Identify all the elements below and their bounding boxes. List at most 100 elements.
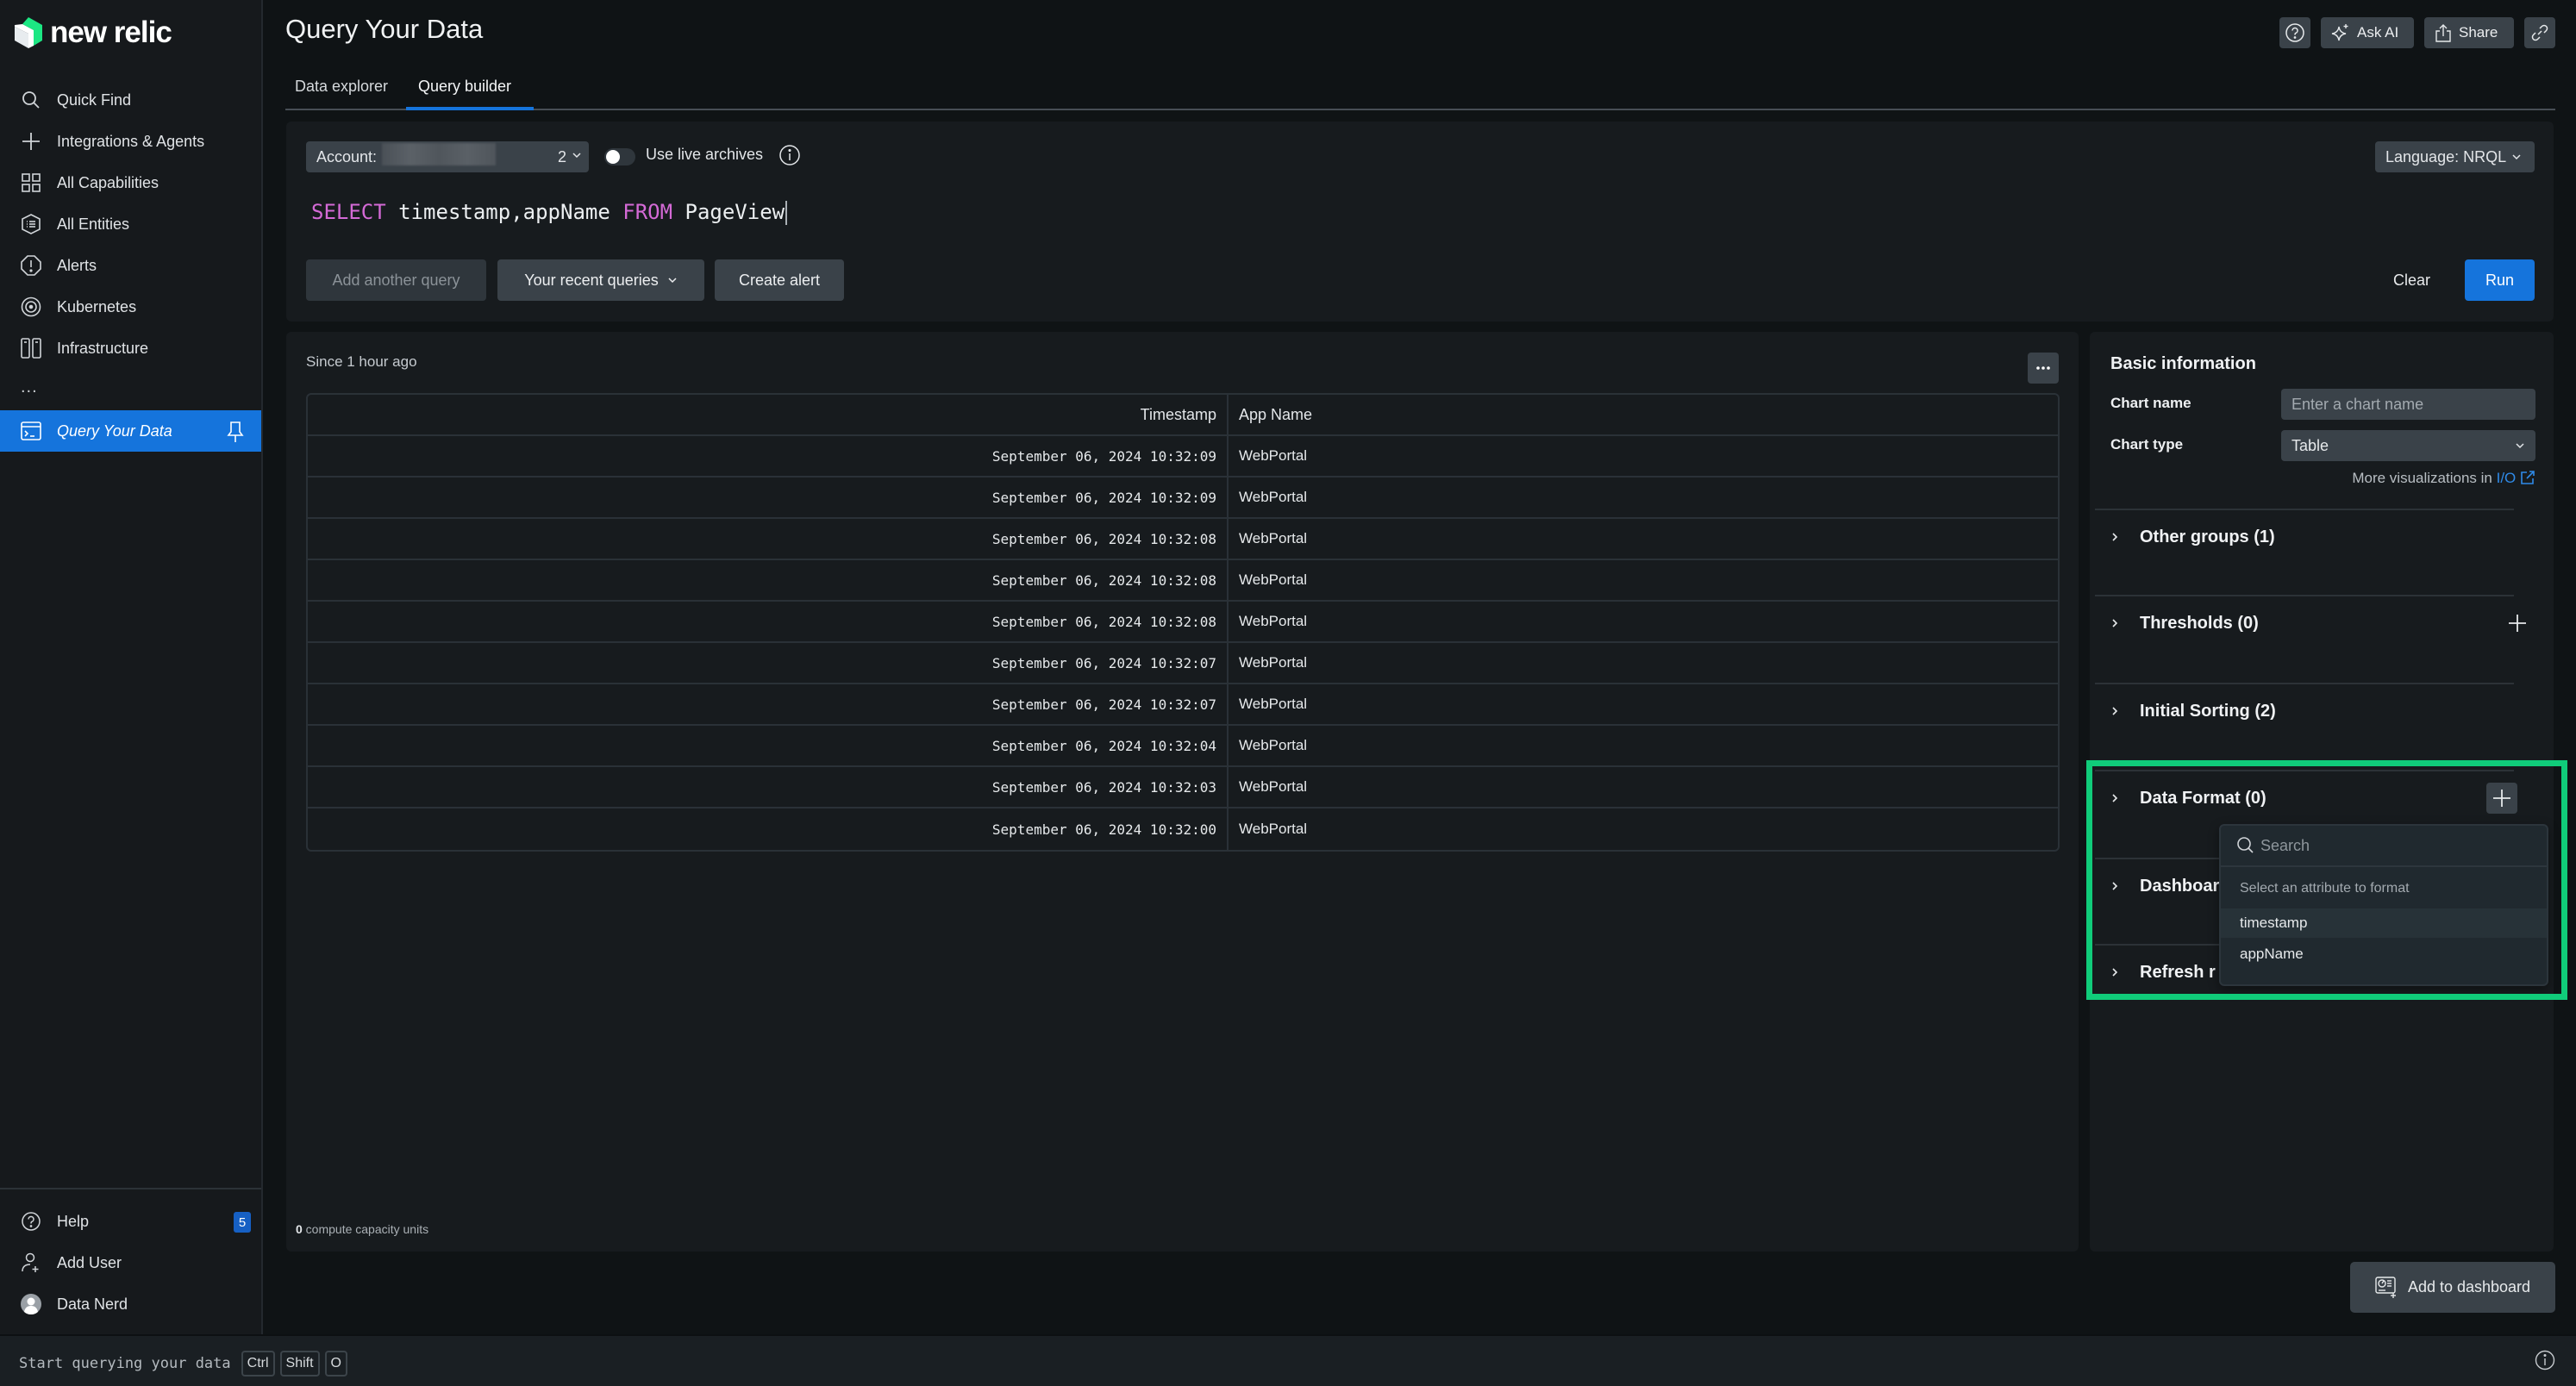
- cell-timestamp: September 06, 2024 10:32:07: [308, 684, 1229, 724]
- dashboard-add-icon: [2375, 1276, 2398, 1299]
- account-selector[interactable]: Account: 2: [306, 141, 589, 172]
- chart-type-select[interactable]: Table: [2281, 430, 2535, 461]
- nrql-editor[interactable]: SELECT timestamp,appName FROM PageView: [311, 200, 788, 225]
- chart-name-input[interactable]: [2281, 389, 2535, 420]
- live-archives-toggle[interactable]: [604, 148, 635, 165]
- more-viz-text: More visualizations in: [2352, 470, 2497, 486]
- add-threshold-button[interactable]: [2502, 608, 2533, 639]
- pin-icon[interactable]: [227, 421, 244, 443]
- table-row[interactable]: September 06, 2024 10:32:04 WebPortal: [308, 726, 2058, 767]
- table-row[interactable]: September 06, 2024 10:32:03 WebPortal: [308, 767, 2058, 808]
- clear-button[interactable]: Clear: [2386, 259, 2437, 301]
- sidebar-item-quick-find[interactable]: Quick Find: [0, 79, 261, 121]
- sidebar: new relic Quick Find Integrations & Agen…: [0, 0, 263, 1334]
- table-header-row: Timestamp App Name: [308, 395, 2058, 436]
- sidebar-item-label: Query Your Data: [57, 421, 172, 440]
- tab-data-explorer[interactable]: Data explorer: [295, 78, 388, 109]
- sidebar-item-user-profile[interactable]: Data Nerd: [0, 1283, 261, 1325]
- cell-timestamp: September 06, 2024 10:32:07: [308, 643, 1229, 683]
- info-icon[interactable]: [778, 144, 801, 166]
- share-button[interactable]: Share: [2424, 17, 2514, 48]
- table-row[interactable]: September 06, 2024 10:32:09 WebPortal: [308, 478, 2058, 519]
- recent-queries-button[interactable]: Your recent queries: [497, 259, 704, 301]
- sidebar-item-alerts[interactable]: Alerts: [0, 245, 261, 286]
- tab-query-builder[interactable]: Query builder: [418, 78, 511, 109]
- cell-timestamp: September 06, 2024 10:32:09: [308, 478, 1229, 517]
- section-thresholds[interactable]: Thresholds (0): [2110, 606, 2533, 640]
- chevron-right-icon: [2110, 531, 2124, 543]
- table-row[interactable]: September 06, 2024 10:32:00 WebPortal: [308, 808, 2058, 850]
- table-row[interactable]: September 06, 2024 10:32:09 WebPortal: [308, 436, 2058, 478]
- chevron-right-icon: [2110, 617, 2124, 629]
- table-row[interactable]: September 06, 2024 10:32:08 WebPortal: [308, 560, 2058, 602]
- attribute-option-timestamp[interactable]: timestamp: [2221, 908, 2547, 938]
- sidebar-item-add-user[interactable]: Add User: [0, 1242, 261, 1283]
- sidebar-item-infrastructure[interactable]: Infrastructure: [0, 328, 261, 369]
- section-other-groups[interactable]: Other groups (1): [2110, 520, 2533, 554]
- sidebar-item-query-your-data[interactable]: Query Your Data: [0, 410, 261, 452]
- text-cursor: [785, 201, 788, 225]
- attribute-search-input[interactable]: [2260, 836, 2519, 855]
- io-link[interactable]: I/O: [2497, 470, 2517, 486]
- external-link-icon[interactable]: [2520, 470, 2535, 485]
- chevron-right-icon: [2110, 880, 2124, 892]
- share-icon: [2435, 23, 2452, 42]
- chart-type-value: Table: [2292, 436, 2329, 454]
- key-o: O: [324, 1351, 347, 1377]
- table-row[interactable]: September 06, 2024 10:32:07 WebPortal: [308, 643, 2058, 684]
- cell-app-name: WebPortal: [1239, 778, 1308, 795]
- chevron-down-icon: [2511, 152, 2522, 162]
- add-data-format-button[interactable]: [2486, 783, 2517, 814]
- create-alert-button[interactable]: Create alert: [715, 259, 844, 301]
- chart-name-label: Chart name: [2110, 395, 2191, 411]
- new-relic-logo[interactable]: new relic: [14, 16, 172, 50]
- chevron-right-icon: [2110, 966, 2124, 978]
- command-hint-text: Start querying your data: [19, 1355, 231, 1372]
- help-icon: [2285, 23, 2304, 42]
- query-fields: timestamp,appName: [385, 200, 623, 224]
- section-divider: [2095, 509, 2514, 510]
- live-archives-label: Use live archives: [646, 146, 764, 163]
- copy-link-button[interactable]: [2524, 17, 2555, 48]
- sidebar-item-label: Quick Find: [57, 91, 132, 109]
- sidebar-item-label: All Entities: [57, 215, 130, 233]
- cell-timestamp: September 06, 2024 10:32:08: [308, 560, 1229, 600]
- section-label: Thresholds (0): [2140, 613, 2259, 633]
- section-label: Refresh r: [2140, 962, 2216, 982]
- cell-timestamp: September 06, 2024 10:32:03: [308, 767, 1229, 807]
- sidebar-item-help[interactable]: Help 5: [0, 1201, 261, 1242]
- help-button[interactable]: [2279, 17, 2310, 48]
- table-row[interactable]: September 06, 2024 10:32:08 WebPortal: [308, 519, 2058, 560]
- table-body: September 06, 2024 10:32:09 WebPortal Sept…: [308, 436, 2058, 850]
- sidebar-item-label: Help: [57, 1212, 90, 1230]
- sidebar-item-all-entities[interactable]: All Entities: [0, 203, 261, 245]
- section-initial-sorting[interactable]: Initial Sorting (2): [2110, 694, 2533, 728]
- language-selector[interactable]: Language: NRQL: [2375, 141, 2535, 172]
- account-name-redacted: [382, 143, 496, 165]
- table-row[interactable]: September 06, 2024 10:32:07 WebPortal: [308, 684, 2058, 726]
- cell-timestamp: September 06, 2024 10:32:09: [308, 436, 1229, 476]
- sidebar-more-button[interactable]: ...: [21, 378, 38, 397]
- table-row[interactable]: September 06, 2024 10:32:08 WebPortal: [308, 602, 2058, 643]
- info-icon[interactable]: [2535, 1350, 2555, 1370]
- sidebar-item-label: Data Nerd: [57, 1295, 128, 1313]
- brand-name: new relic: [50, 16, 172, 49]
- column-header-app-name[interactable]: App Name: [1229, 395, 2058, 434]
- add-another-query-button[interactable]: Add another query: [306, 259, 486, 301]
- avatar: [21, 1294, 41, 1314]
- sidebar-item-kubernetes[interactable]: Kubernetes: [0, 286, 261, 328]
- column-header-timestamp[interactable]: Timestamp: [308, 395, 1229, 434]
- ask-ai-button[interactable]: Ask AI: [2321, 17, 2414, 48]
- more-options-button[interactable]: [2028, 353, 2059, 384]
- sidebar-item-integrations[interactable]: Integrations & Agents: [0, 121, 261, 162]
- command-hint[interactable]: Start querying your data Ctrl Shift O: [19, 1351, 347, 1377]
- section-data-format[interactable]: Data Format (0): [2110, 781, 2533, 815]
- ellipsis-icon: [2035, 365, 2052, 371]
- chart-type-label: Chart type: [2110, 436, 2184, 453]
- run-button[interactable]: Run: [2465, 259, 2535, 301]
- compute-capacity-units: 0 compute capacity units: [296, 1222, 428, 1236]
- add-to-dashboard-button[interactable]: Add to dashboard: [2350, 1262, 2555, 1313]
- sidebar-item-all-capabilities[interactable]: All Capabilities: [0, 162, 261, 203]
- tabs-divider: [285, 109, 2555, 110]
- attribute-option-appname[interactable]: appName: [2221, 940, 2547, 969]
